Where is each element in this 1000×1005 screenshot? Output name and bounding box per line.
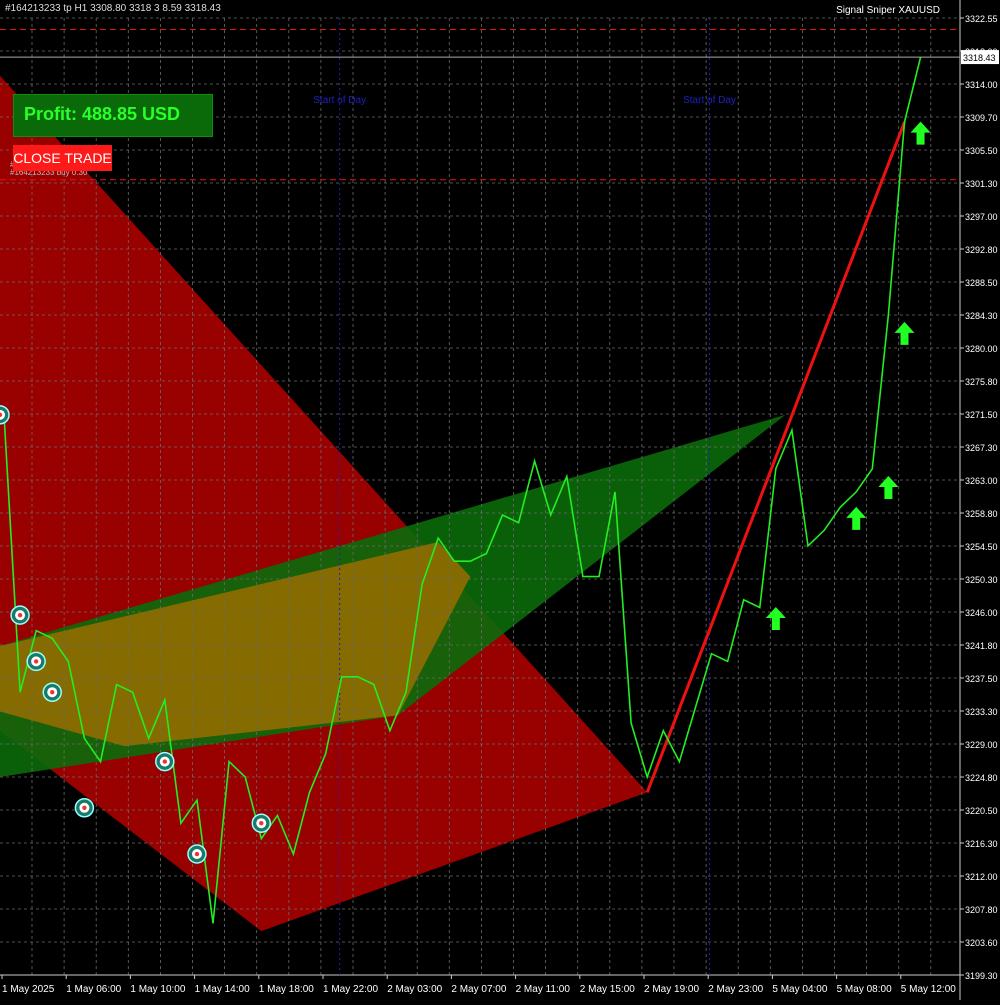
trade-marker-center [50,690,55,695]
trade-marker-center [17,612,23,618]
y-tick-label: 3258.80 [965,509,998,519]
trade-marker [26,651,46,672]
price-chart[interactable]: Start of DayStart of Day 3322.553318.003… [0,0,1000,1000]
y-tick-label: 3292.80 [965,245,998,255]
trade-marker [42,682,62,702]
ohlc-readout: H1 3308.80 3318 3 8.59 3318.43 [74,3,221,14]
x-tick-label: 2 May 11:00 [516,984,571,995]
buy-arrow-icon [894,321,915,345]
x-tick-label: 5 May 08:00 [837,984,892,995]
indicator-symbol-title: Signal Sniper XAUUSD [836,5,940,16]
order-label: #164213233 tp [5,3,72,14]
profit-text: Profit: 488.85 USD [24,104,181,124]
y-tick-label: 3199.30 [965,971,998,981]
y-tick-label: 3254.50 [965,542,998,552]
y-tick-label: 3271.50 [965,410,998,420]
y-tick-label: 3203.60 [965,938,998,948]
trade-marker-center [194,851,200,857]
trade-marker-center [82,805,87,810]
session-label: Start of Day [683,95,736,106]
zones-layer [0,75,786,932]
x-tick-label: 1 May 06:00 [66,984,121,995]
trade-marker-center [33,659,39,664]
x-tick-label: 2 May 15:00 [580,984,635,995]
x-tick-label: 1 May 14:00 [195,984,250,995]
y-tick-label: 3233.30 [965,707,998,717]
y-tick-label: 3280.00 [965,344,998,354]
trade-marker-center [259,821,264,826]
y-tick-label: 3216.30 [965,839,998,849]
x-tick-label: 5 May 12:00 [901,984,956,995]
y-tick-label: 3250.30 [965,575,998,585]
y-tick-label: 3207.80 [965,905,998,915]
y-tick-label: 3263.00 [965,476,998,486]
y-tick-label: 3305.50 [965,146,998,156]
buy-arrow-icon [910,121,931,145]
buy-arrow-icon [765,607,786,631]
trade-marker [155,751,175,772]
buy-arrow-icon [878,476,899,500]
y-tick-label: 3301.30 [965,179,998,189]
x-tick-label: 5 May 04:00 [772,984,827,995]
buy-arrow-icon [846,506,867,530]
session-label: Start of Day [313,95,366,106]
x-tick-label: 2 May 23:00 [708,984,763,995]
x-tick-label: 2 May 19:00 [644,984,699,995]
y-tick-label: 3241.80 [965,641,998,651]
x-tick-label: 2 May 03:00 [387,984,442,995]
trade-marker [10,605,30,625]
x-tick-label: 2 May 07:00 [451,984,506,995]
trade-marker [187,844,207,864]
y-tick-label: 3297.00 [965,212,998,222]
x-tick-label: 1 May 18:00 [259,984,314,995]
profit-panel: Profit: 488.85 USD [13,94,213,137]
close-trade-button[interactable]: CLOSE TRADE [13,145,112,171]
y-tick-label: 3322.55 [965,14,998,24]
current-price-label: 3318.43 [963,53,996,63]
y-tick-label: 3275.80 [965,377,998,387]
chart-area[interactable]: Start of DayStart of Day 3322.553318.003… [0,0,1000,1000]
y-tick-label: 3309.70 [965,113,998,123]
y-tick-label: 3314.00 [965,80,998,90]
trade-marker [74,798,95,818]
y-tick-label: 3246.00 [965,608,998,618]
x-tick-label: 1 May 22:00 [323,984,378,995]
y-tick-label: 3212.00 [965,872,998,882]
y-tick-label: 3267.30 [965,443,998,453]
y-tick-label: 3220.50 [965,806,998,816]
y-tick-label: 3237.50 [965,674,998,684]
chart-header-info: #164213233 tp H1 3308.80 3318 3 8.59 331… [5,3,221,14]
y-tick-label: 3224.80 [965,773,998,783]
trade-marker-center [162,759,167,764]
y-tick-label: 3229.00 [965,740,998,750]
x-tick-label: 1 May 2025 [2,984,55,995]
y-tick-label: 3284.30 [965,311,998,321]
x-tick-label: 1 May 10:00 [130,984,185,995]
y-tick-label: 3288.50 [965,278,998,288]
trade-marker [251,813,272,833]
